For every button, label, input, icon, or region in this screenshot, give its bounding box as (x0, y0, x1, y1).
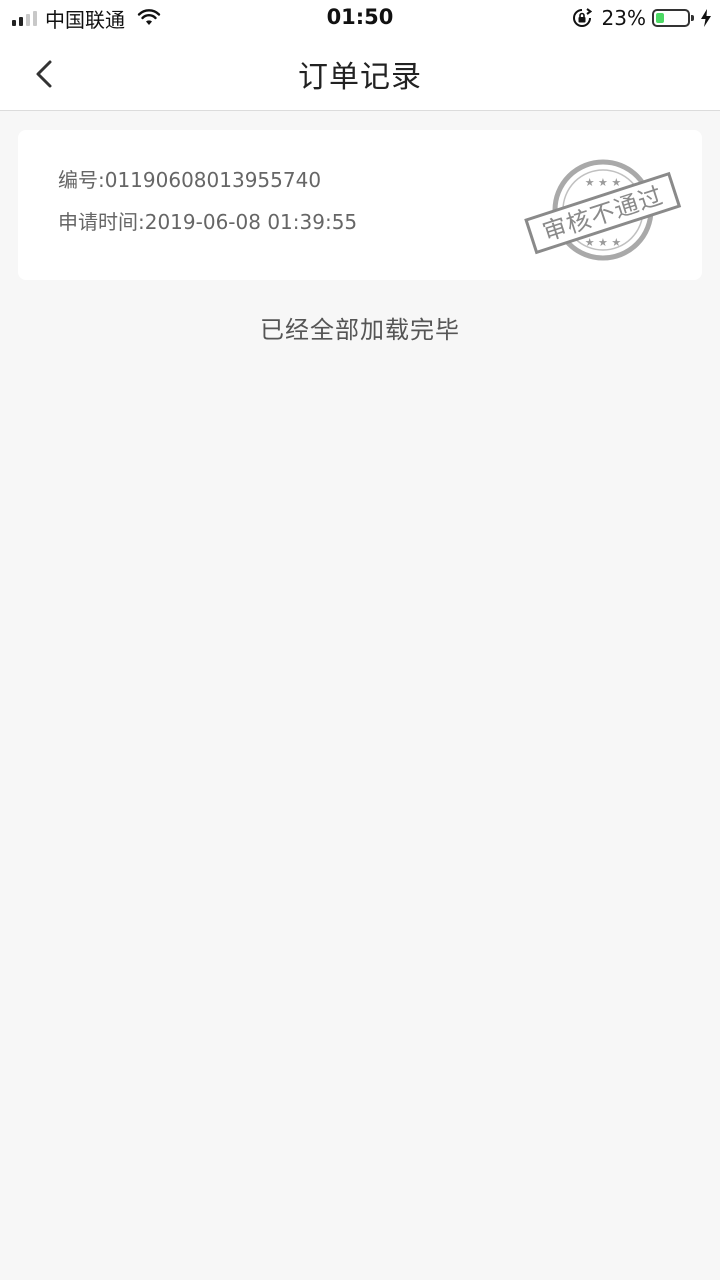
status-right: 23% (572, 6, 712, 30)
list-end-message: 已经全部加载完毕 (260, 316, 460, 344)
nav-bar: 订单记录 (0, 36, 720, 111)
svg-text:★ ★ ★: ★ ★ ★ (585, 176, 622, 189)
battery-percent: 23% (601, 6, 646, 30)
status-bar: 中国联通 01:50 23% (0, 0, 720, 36)
order-number: 编号:01190608013955740 (58, 168, 322, 192)
battery-fill (656, 13, 664, 23)
rotation-lock-icon (572, 8, 592, 27)
page-title: 订单记录 (298, 60, 422, 95)
rejected-stamp-icon: ★ ★ ★ ★ ★ ★ 审核不通过 (524, 159, 682, 261)
order-apply-time: 申请时间:2019-06-08 01:39:55 (58, 210, 358, 234)
charging-bolt-icon (701, 9, 711, 27)
battery-icon (652, 9, 694, 27)
svg-text:★ ★ ★: ★ ★ ★ (585, 236, 622, 249)
order-card[interactable]: 编号:01190608013955740 申请时间:2019-06-08 01:… (18, 130, 702, 280)
